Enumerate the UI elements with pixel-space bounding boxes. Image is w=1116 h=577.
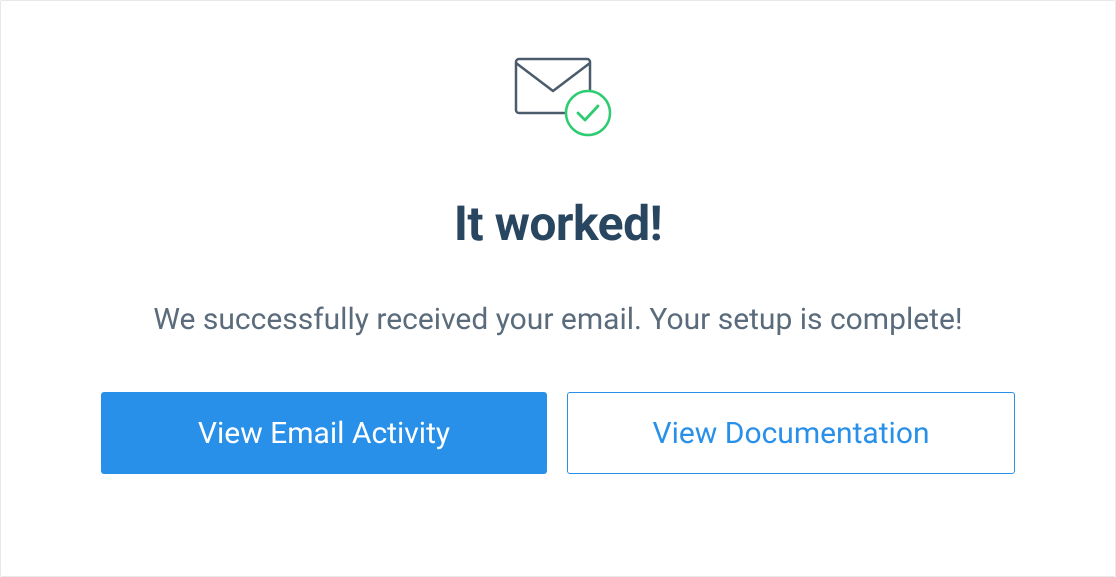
- button-row: View Email Activity View Documentation: [101, 392, 1015, 474]
- view-documentation-button[interactable]: View Documentation: [567, 392, 1015, 474]
- success-card: It worked! We successfully received your…: [0, 0, 1116, 577]
- view-email-activity-button[interactable]: View Email Activity: [101, 392, 547, 474]
- success-message: We successfully received your email. You…: [153, 302, 962, 337]
- envelope-check-icon: [498, 51, 618, 145]
- success-heading: It worked!: [454, 195, 662, 252]
